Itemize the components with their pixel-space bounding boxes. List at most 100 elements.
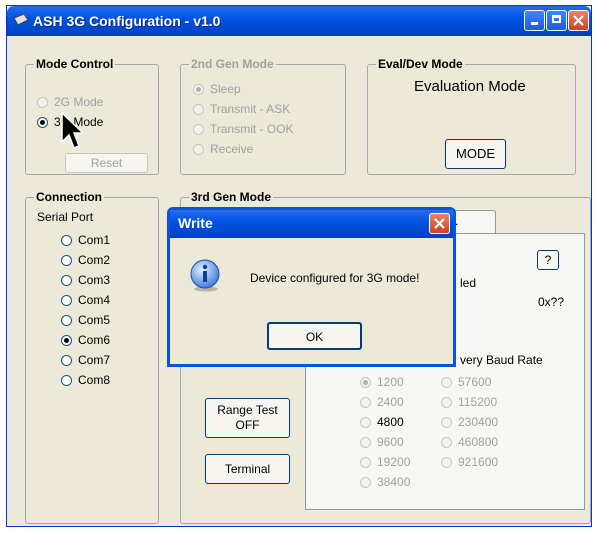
radio-com2[interactable]: Com2 [61,250,110,270]
serial-port-label: Serial Port [37,210,94,224]
radio-receive: Receive [193,139,253,159]
radio-circle[interactable] [61,354,72,366]
eval-dev-mode-label: Eval/Dev Mode [376,57,465,71]
radio-circle[interactable] [61,334,72,346]
radio-baud-9600: 9600 [360,432,410,452]
radio-transmit-ask-label: Transmit - ASK [210,102,291,116]
radio-circle [441,436,452,448]
eval-dev-mode-group: Eval/Dev Mode Evaluation Mode MODE [367,57,576,175]
radio-circle[interactable] [61,234,72,246]
radio-circle[interactable] [360,416,371,428]
terminal-button[interactable]: Terminal [205,454,290,484]
mode-button[interactable]: MODE [445,139,506,169]
baud-rate-label: very Baud Rate [460,353,543,367]
radio-circle[interactable] [61,314,72,326]
status-partial-text: led [460,276,477,290]
radio-circle [193,83,204,95]
baud-230400-label: 230400 [458,415,499,429]
radio-circle [360,456,371,468]
radio-circle [193,143,204,155]
baud-1200-label: 1200 [377,375,404,389]
com8-label: Com8 [78,373,111,387]
baud-19200-label: 19200 [377,455,411,469]
com3-label: Com3 [78,273,111,287]
radio-transmit-ask: Transmit - ASK [193,99,290,119]
radio-baud-460800: 460800 [441,432,498,452]
maximize-icon[interactable] [546,10,567,31]
dialog-close-icon[interactable] [429,213,450,234]
baud-38400-label: 38400 [377,475,411,489]
baud-2400-label: 2400 [377,395,404,409]
dialog-title-bar[interactable]: Write [170,210,453,238]
radio-circle [360,436,371,448]
radio-com3[interactable]: Com3 [61,270,110,290]
radio-baud-57600: 57600 [441,372,498,392]
connection-group: Connection Serial Port Com1 Com2 Com3 Co… [25,190,159,524]
radio-circle [37,96,48,108]
radio-baud-2400: 2400 [360,392,410,412]
radio-circle [193,123,204,135]
radio-circle [441,376,452,388]
dialog-title: Write [178,215,213,231]
radio-circle[interactable] [37,116,48,128]
hex-value: 0x?? [538,295,565,309]
connection-label: Connection [34,190,104,204]
radio-transmit-ook: Transmit - OOK [193,119,294,139]
mode-control-label: Mode Control [34,57,116,71]
minimize-icon[interactable] [524,10,545,31]
com5-label: Com5 [78,313,111,327]
radio-baud-4800[interactable]: 4800 [360,412,410,432]
radio-circle [360,376,371,388]
baud-460800-label: 460800 [458,435,499,449]
baud-col-1: 1200 2400 4800 9600 19200 38400 [360,372,410,492]
com6-label: Com6 [78,333,111,347]
write-dialog: Write Device configured for 3G mode! OK [167,207,456,367]
radio-receive-label: Receive [210,142,254,156]
gen2-mode-label: 2nd Gen Mode [189,57,276,71]
baud-col-2: 57600 115200 230400 460800 921600 [441,372,498,472]
com-port-list: Com1 Com2 Com3 Com4 Com5 Com6 Com7 Com8 [61,230,110,390]
radio-circle[interactable] [61,294,72,306]
radio-com6[interactable]: Com6 [61,330,110,350]
radio-circle [441,456,452,468]
baud-57600-label: 57600 [458,375,492,389]
help-button[interactable]: ? [537,250,559,270]
radio-baud-38400: 38400 [360,472,410,492]
radio-circle[interactable] [61,254,72,266]
com1-label: Com1 [78,233,111,247]
range-test-state: OFF [235,418,260,432]
baud-921600-label: 921600 [458,455,499,469]
radio-circle [441,396,452,408]
radio-circle [441,416,452,428]
radio-circle [360,476,371,488]
title-bar[interactable]: ASH 3G Configuration - v1.0 [7,6,591,36]
com4-label: Com4 [78,293,111,307]
radio-com8[interactable]: Com8 [61,370,110,390]
radio-circle[interactable] [61,374,72,386]
radio-baud-921600: 921600 [441,452,498,472]
com7-label: Com7 [78,353,111,367]
baud-9600-label: 9600 [377,435,404,449]
close-icon[interactable] [568,10,589,31]
radio-baud-115200: 115200 [441,392,498,412]
baud-115200-label: 115200 [458,395,498,409]
radio-2g-mode: 2G Mode [37,92,103,112]
com2-label: Com2 [78,253,111,267]
radio-com4[interactable]: Com4 [61,290,110,310]
radio-circle[interactable] [61,274,72,286]
range-test-label: Range Test [217,403,278,417]
radio-circle [193,103,204,115]
radio-sleep-label: Sleep [210,82,241,96]
range-test-button[interactable]: Range Test OFF [205,398,290,438]
mode-control-group: Mode Control 2G Mode 3G Mode Reset [25,57,159,175]
window-title: ASH 3G Configuration - v1.0 [33,13,221,29]
radio-com7[interactable]: Com7 [61,350,110,370]
radio-baud-1200: 1200 [360,372,410,392]
radio-com5[interactable]: Com5 [61,310,110,330]
radio-com1[interactable]: Com1 [61,230,110,250]
radio-2g-label: 2G Mode [54,95,104,109]
ok-button[interactable]: OK [267,322,362,350]
radio-baud-19200: 19200 [360,452,410,472]
app-icon [14,14,28,26]
radio-transmit-ook-label: Transmit - OOK [210,122,294,136]
